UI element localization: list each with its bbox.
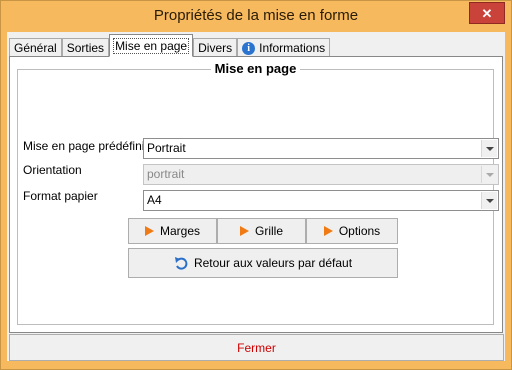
preset-label: Mise en page prédéfinie [23, 139, 152, 153]
tab-strip: Général Sorties Mise en page Divers i In… [9, 34, 331, 57]
window-title: Propriétés de la mise en forme [153, 7, 359, 24]
reset-defaults-label: Retour aux valeurs par défaut [193, 256, 353, 270]
arrow-right-icon [144, 226, 154, 236]
dialog-client: Général Sorties Mise en page Divers i In… [7, 32, 505, 361]
paper-format-dropdown-button[interactable] [481, 192, 497, 209]
tab-mise-en-page[interactable]: Mise en page [109, 34, 194, 57]
info-icon: i [242, 41, 256, 55]
paper-format-select[interactable]: A4 [143, 190, 499, 211]
grid-button[interactable]: Grille [217, 218, 306, 244]
orientation-value: portrait [147, 167, 185, 181]
tab-divers[interactable]: Divers [193, 38, 238, 57]
preset-select[interactable]: Portrait [143, 138, 499, 159]
tab-label: Informations [259, 41, 326, 55]
title-bar[interactable]: Propriétés de la mise en forme ✕ [1, 1, 511, 31]
tab-label: Divers [198, 41, 233, 55]
options-button-label: Options [338, 224, 381, 238]
orientation-dropdown-button [481, 166, 497, 183]
chevron-down-icon [485, 198, 494, 203]
preset-value: Portrait [147, 141, 186, 155]
tab-label: Général [14, 41, 57, 55]
close-button-label: Fermer [237, 340, 276, 355]
paper-format-value: A4 [147, 193, 162, 207]
arrow-right-icon [239, 226, 249, 236]
options-button[interactable]: Options [306, 218, 398, 244]
group-title-text: Mise en page [210, 61, 301, 76]
chevron-down-icon [485, 146, 494, 151]
undo-icon [174, 257, 188, 270]
paper-format-label: Format papier [23, 189, 98, 203]
group-title: Mise en page [18, 61, 493, 76]
preset-dropdown-button[interactable] [481, 140, 497, 157]
chevron-down-icon [485, 172, 494, 177]
tab-panel: Mise en page Mise en page prédéfinie Por… [9, 56, 503, 333]
tab-sorties[interactable]: Sorties [61, 38, 110, 57]
tab-informations[interactable]: i Informations [237, 38, 331, 57]
orientation-select: portrait [143, 164, 499, 185]
tab-label: Mise en page [113, 37, 190, 54]
grid-button-label: Grille [254, 224, 283, 238]
margins-button-label: Marges [159, 224, 200, 238]
tab-general[interactable]: Général [9, 38, 62, 57]
reset-defaults-button[interactable]: Retour aux valeurs par défaut [128, 248, 398, 278]
window-close-button[interactable]: ✕ [469, 2, 505, 24]
arrow-right-icon [323, 226, 333, 236]
close-icon: ✕ [481, 5, 493, 21]
tab-label: Sorties [66, 41, 105, 55]
orientation-label: Orientation [23, 163, 82, 177]
dialog-window: Propriétés de la mise en forme ✕ Général… [0, 0, 512, 370]
close-button[interactable]: Fermer [9, 334, 504, 361]
page-setup-group: Mise en page Mise en page prédéfinie Por… [17, 61, 499, 325]
margins-button[interactable]: Marges [128, 218, 217, 244]
